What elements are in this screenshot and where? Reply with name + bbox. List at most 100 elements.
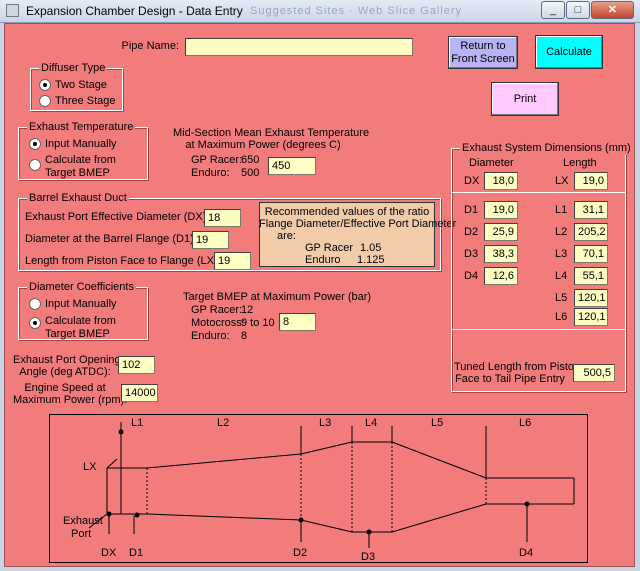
maximize-button[interactable]: □	[566, 1, 590, 19]
diagram-label-l4: L4	[365, 417, 377, 429]
app-icon	[6, 4, 19, 17]
temp-input-manually-label[interactable]: Input Manually	[45, 138, 117, 151]
diagram-label-d1: D1	[129, 547, 143, 559]
l4-output: 55,1	[574, 267, 608, 285]
l6-output: 120,1	[574, 308, 608, 326]
port-opening-input[interactable]: 102	[118, 356, 155, 374]
l5-output: 120,1	[574, 289, 608, 307]
diagram-label-l5: L5	[431, 417, 443, 429]
form-area: Pipe Name: Return to Front Screen Calcul…	[4, 23, 635, 567]
tuned-length-output: 500,5	[573, 364, 615, 382]
marker-d2	[298, 517, 304, 523]
diagram-frame	[49, 414, 588, 563]
temp-input-manually-radio[interactable]	[29, 138, 41, 150]
l2-top	[146, 453, 302, 469]
marker-d1	[134, 512, 140, 518]
diagram-label-lx: LX	[83, 461, 97, 473]
piston-flange-length-input[interactable]: 19	[214, 252, 251, 270]
pipe-name-input[interactable]	[185, 38, 413, 56]
three-stage-label[interactable]: Three Stage	[55, 95, 116, 108]
l3-top	[300, 441, 353, 455]
exhaust-temp-input[interactable]: 450	[268, 157, 316, 175]
diagram-label-l6: L6	[519, 417, 531, 429]
exhaust-dimensions-title: Exhaust System Dimensions (mm)	[460, 142, 633, 155]
window-title: Expansion Chamber Design - Data Entry	[26, 4, 243, 18]
temp-gp-racer-value: 650	[241, 154, 260, 166]
pipe-name-label: Pipe Name:	[121, 40, 179, 52]
d2-output: 25,9	[484, 223, 518, 241]
l5-label: L5	[555, 292, 568, 304]
print-button[interactable]: Print	[491, 82, 559, 116]
diagram-label-l3: L3	[319, 417, 331, 429]
exhaust-temperature-title: Exhaust Temperature	[27, 121, 136, 134]
dx-label: DX	[464, 175, 480, 187]
l4-label: L4	[555, 270, 568, 282]
length-header: Length	[563, 157, 597, 169]
diagram-label-dx: DX	[101, 547, 117, 559]
barrel-exhaust-duct-title: Barrel Exhaust Duct	[27, 192, 129, 205]
d3-label: D3	[464, 248, 479, 260]
d2-label: D2	[464, 226, 479, 238]
temp-calculate-label[interactable]: Calculate from Target BMEP	[45, 154, 127, 180]
marker-l1	[118, 429, 124, 435]
two-stage-label[interactable]: Two Stage	[55, 79, 107, 92]
bmep-gp-value: 12	[241, 304, 254, 316]
diagram-label-d2: D2	[293, 547, 307, 559]
diagram-label-d4: D4	[519, 547, 533, 559]
marker-dx	[106, 511, 112, 517]
diagram-label-l2: L2	[217, 417, 229, 429]
minimize-button[interactable]: _	[541, 1, 565, 19]
return-to-front-button[interactable]: Return to Front Screen	[448, 36, 518, 69]
temp-enduro-label: Enduro:	[191, 167, 230, 179]
diagram-label-exhaust: Exhaust	[63, 515, 103, 527]
port-opening-label-line2: Angle (deg ATDC):	[19, 366, 111, 378]
bmep-motocross-label: Motocross:	[191, 317, 245, 329]
target-bmep-heading: Target BMEP at Maximum Power (bar)	[183, 291, 372, 303]
three-stage-radio[interactable]	[39, 95, 51, 107]
diagram-markers	[106, 429, 530, 535]
diagram-label-port: Port	[71, 528, 91, 540]
background-browser-text: Suggested Sites · Web Slice Gallery	[250, 5, 463, 17]
close-button[interactable]: ✕	[591, 1, 634, 19]
two-stage-radio[interactable]	[39, 79, 51, 91]
lx-label: LX	[555, 175, 569, 187]
port-diameter-input[interactable]: 18	[204, 209, 241, 227]
bmep-motocross-value: 9 to 10	[241, 317, 275, 329]
lx-output: 19,0	[574, 172, 608, 190]
tuned-length-label-line2: Face to Tail Pipe Entry	[455, 373, 565, 385]
target-bmep-input[interactable]: 8	[279, 313, 316, 331]
coeff-input-manually-radio[interactable]	[29, 298, 41, 310]
calculate-button[interactable]: Calculate	[535, 35, 603, 69]
guide-lines	[88, 422, 528, 548]
l1-output: 31,1	[574, 201, 608, 219]
bmep-gp-label: GP Racer:	[191, 304, 243, 316]
l3-output: 70,1	[574, 245, 608, 263]
l3-bottom	[300, 519, 353, 533]
d4-label: D4	[464, 270, 479, 282]
dx-output: 18,0	[484, 172, 518, 190]
l6-label: L6	[555, 311, 568, 323]
section-dividers	[146, 442, 487, 532]
coeff-calculate-label[interactable]: Calculate from Target BMEP	[45, 315, 127, 341]
diagram-label-d3: D3	[361, 551, 375, 563]
coeff-input-manually-label[interactable]: Input Manually	[45, 298, 117, 311]
pipe-diagram: L1 L2 L3 L4 L5 L6 LX Exhaust Port DX D1 …	[49, 414, 588, 563]
diameter-coefficients-title: Diameter Coefficients	[27, 281, 136, 294]
recommended-enduro-value: 1.125	[357, 254, 385, 266]
l1-label: L1	[555, 204, 568, 216]
d1-label: D1	[464, 204, 479, 216]
title-bar: Expansion Chamber Design - Data Entry Su…	[0, 0, 640, 23]
engine-speed-input[interactable]: 14000	[121, 384, 158, 402]
flange-diameter-input[interactable]: 19	[192, 231, 229, 249]
recommended-are: are:	[277, 230, 296, 242]
d1-output: 19,0	[484, 201, 518, 219]
guide-lx	[106, 458, 118, 469]
d3-output: 38,3	[484, 245, 518, 263]
temp-calculate-radio[interactable]	[29, 159, 41, 171]
marker-d4	[524, 501, 530, 507]
dimensions-divider-2	[452, 329, 625, 330]
coeff-calculate-radio[interactable]	[29, 317, 41, 329]
exhaust-temp-heading-line2: at Maximum Power (degrees C)	[185, 139, 341, 151]
diameter-header: Diameter	[469, 157, 514, 169]
bmep-enduro-label: Enduro:	[191, 330, 230, 342]
